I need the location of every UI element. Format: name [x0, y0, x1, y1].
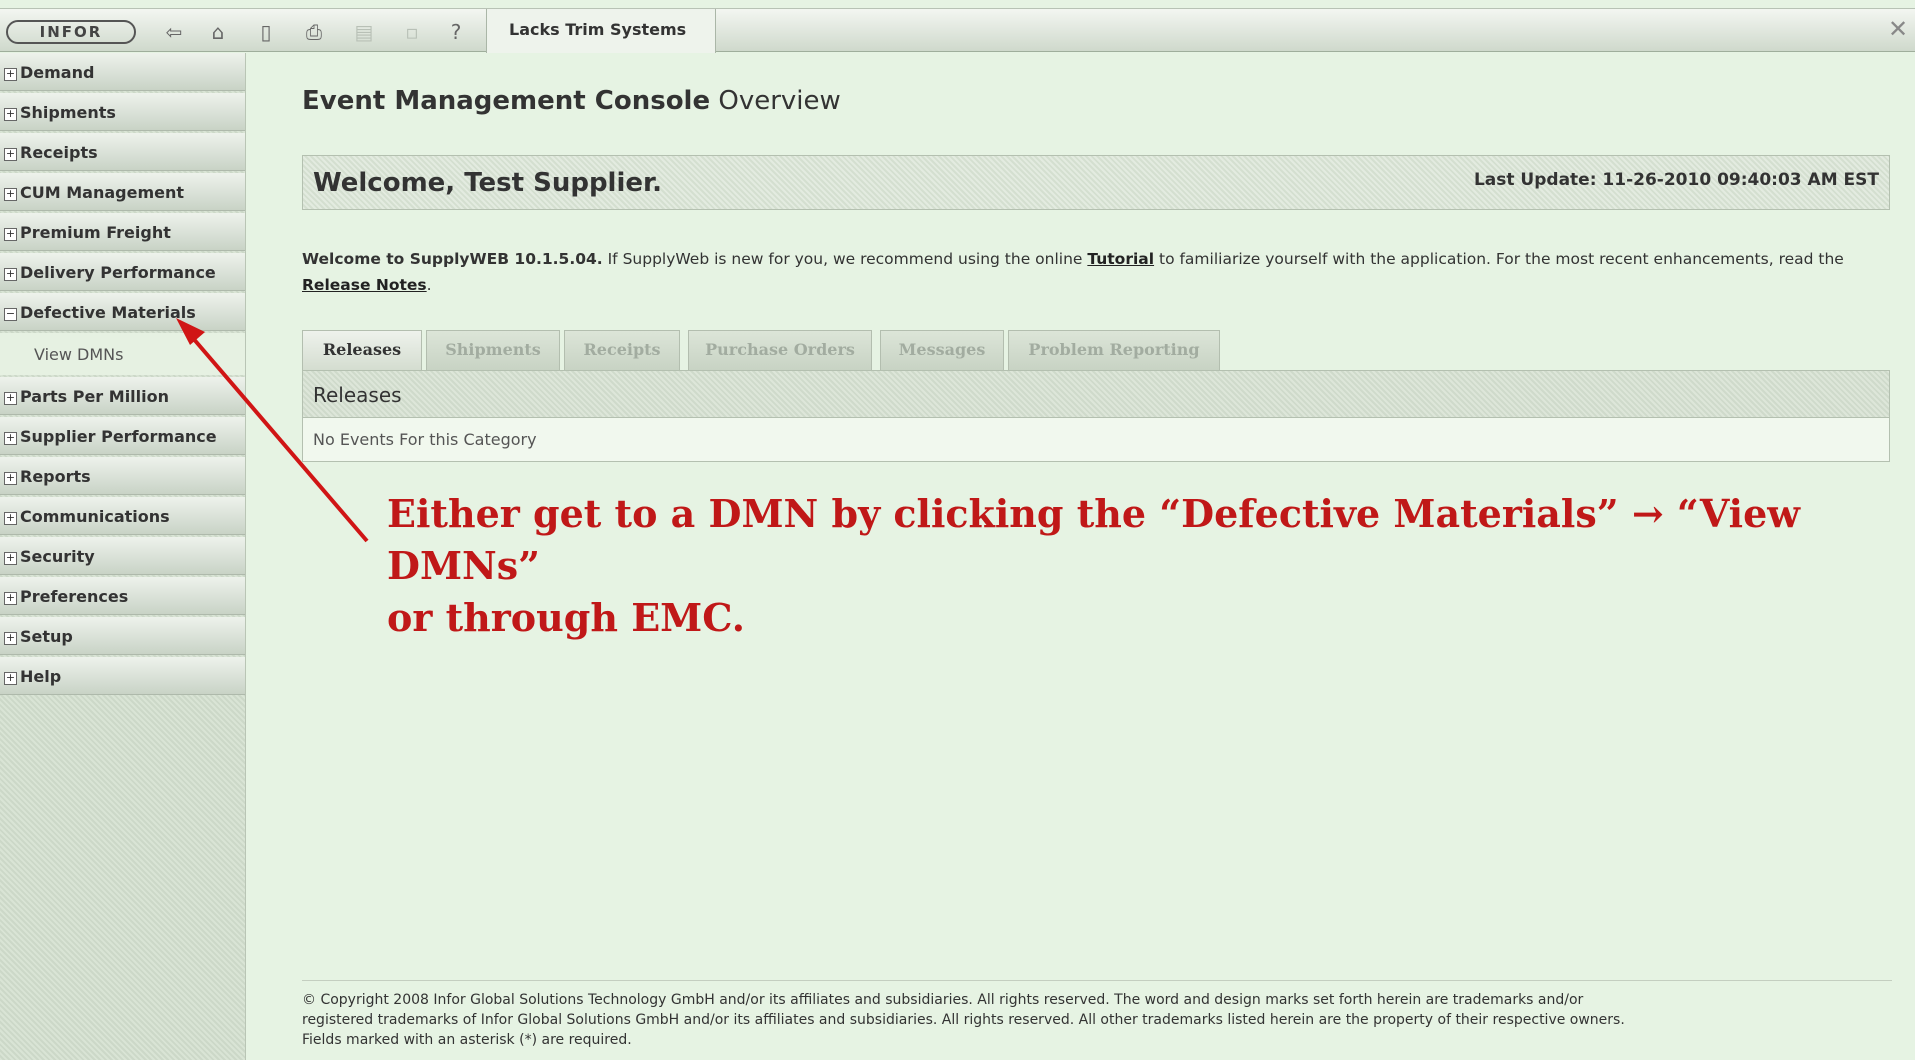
- footer-copyright-line-2: registered trademarks of Infor Global So…: [302, 1012, 1625, 1028]
- footer-required-note: Fields marked with an asterisk (*) are r…: [302, 1032, 632, 1048]
- annotation-text: Either get to a DMN by clicking the “Def…: [387, 488, 1837, 644]
- annotation-arrow-head: [176, 318, 205, 345]
- annotation-line-1: Either get to a DMN by clicking the “Def…: [387, 491, 1800, 588]
- annotation-arrow-line: [184, 328, 369, 543]
- footer: © Copyright 2008 Infor Global Solutions …: [302, 990, 1902, 1050]
- footer-divider: [302, 980, 1892, 981]
- annotation-line-2: or through EMC.: [387, 595, 746, 640]
- footer-copyright-line-1: © Copyright 2008 Infor Global Solutions …: [302, 992, 1584, 1008]
